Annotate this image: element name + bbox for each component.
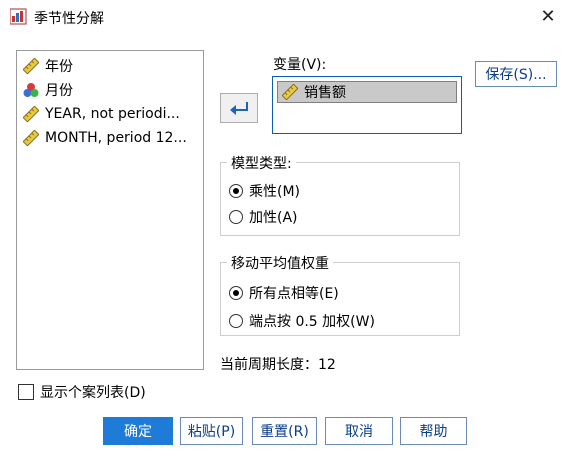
model-type-group: 模型类型: 乘性(M) 加性(A) (220, 153, 460, 236)
scale-ruler-icon (23, 106, 39, 122)
checkbox[interactable] (18, 384, 34, 400)
arrow-left-icon (230, 102, 248, 115)
radio-button[interactable] (229, 314, 243, 328)
cancel-button[interactable]: 取消 (325, 417, 393, 445)
radio-all-points-equal[interactable]: 所有点相等(E) (229, 283, 339, 303)
move-variable-button[interactable] (220, 93, 258, 123)
radio-label: 乘性(M) (249, 184, 301, 200)
app-icon (9, 8, 27, 25)
variable-item-month[interactable]: 月份 (23, 79, 73, 101)
variable-item-year-date[interactable]: YEAR, not periodi... (23, 103, 180, 125)
variable-label: YEAR, not periodi... (45, 106, 180, 122)
variable-item-month-date[interactable]: MONTH, period 12... (23, 127, 187, 149)
radio-label: 端点按 0.5 加权(W) (249, 314, 375, 330)
selected-variable-label: 销售额 (304, 85, 346, 101)
help-button[interactable]: 帮助 (400, 417, 467, 445)
ok-button[interactable]: 确定 (103, 417, 173, 445)
source-variable-list[interactable]: 年份 月份 YEAR, not periodi... MONTH, period… (16, 50, 204, 370)
radio-additive[interactable]: 加性(A) (229, 207, 298, 227)
variable-label: MONTH, period 12... (45, 130, 187, 146)
radio-button-selected[interactable] (229, 286, 243, 300)
radio-button[interactable] (229, 210, 243, 224)
paste-button[interactable]: 粘贴(P) (180, 417, 243, 445)
target-variable-box[interactable]: 销售额 (272, 76, 462, 134)
current-period-length: 当前周期长度：12 (220, 357, 336, 373)
selected-variable-item[interactable]: 销售额 (277, 81, 457, 103)
window-title: 季节性分解 (34, 11, 104, 27)
nominal-balls-icon (23, 83, 39, 97)
show-casewise-list-checkbox[interactable]: 显示个案列表(D) (18, 382, 146, 402)
model-type-title: 模型类型: (227, 153, 296, 173)
scale-ruler-icon (23, 58, 39, 74)
radio-label: 加性(A) (249, 210, 298, 226)
scale-ruler-icon (23, 130, 39, 146)
variable-label: 月份 (45, 83, 73, 99)
variable-field-label: 变量(V): (273, 57, 327, 73)
radio-multiplicative[interactable]: 乘性(M) (229, 181, 300, 201)
radio-endpoints-weighted[interactable]: 端点按 0.5 加权(W) (229, 311, 375, 331)
radio-button-selected[interactable] (229, 184, 243, 198)
radio-label: 所有点相等(E) (249, 286, 339, 302)
close-button[interactable]: ✕ (534, 4, 562, 30)
variable-item-year[interactable]: 年份 (23, 55, 73, 77)
variable-label: 年份 (45, 59, 73, 75)
save-button[interactable]: 保存(S)... (475, 61, 557, 87)
moving-average-weight-group: 移动平均值权重 所有点相等(E) 端点按 0.5 加权(W) (220, 253, 460, 336)
moving-average-title: 移动平均值权重 (227, 253, 333, 273)
checkbox-label: 显示个案列表(D) (40, 385, 146, 401)
scale-ruler-icon (282, 84, 298, 100)
reset-button[interactable]: 重置(R) (252, 417, 317, 445)
